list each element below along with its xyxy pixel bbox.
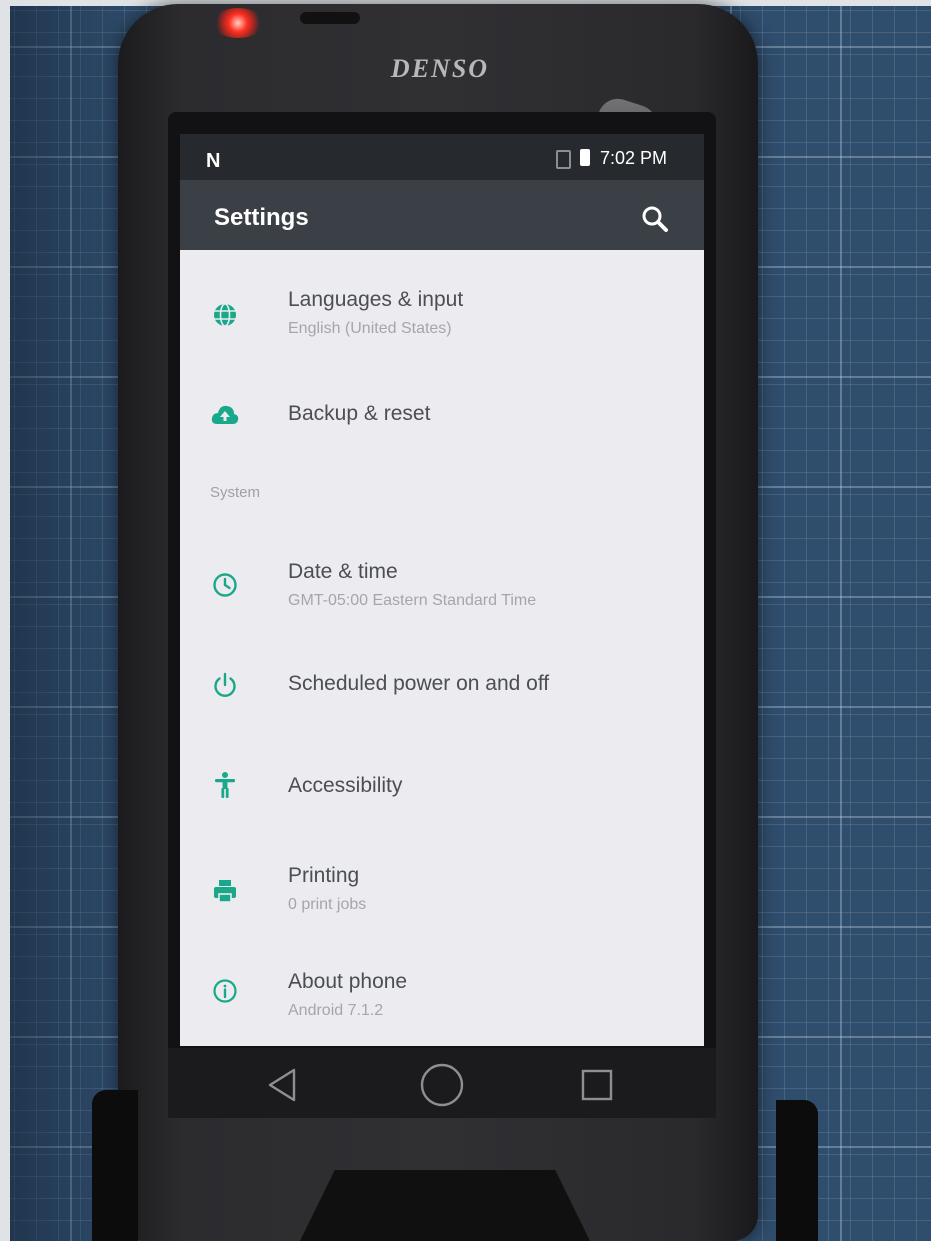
settings-item-subtitle: Android 7.1.2: [288, 1002, 384, 1019]
settings-item-subtitle: GMT-05:00 Eastern Standard Time: [288, 592, 537, 609]
settings-item-subtitle: 0 print jobs: [288, 896, 367, 913]
settings-item-title: Printing: [288, 864, 360, 887]
settings-item-scheduled-power[interactable]: Scheduled power on and off: [180, 642, 704, 730]
app-bar: Settings: [180, 180, 704, 250]
status-bar: N 7:02 PM: [180, 134, 704, 180]
settings-item-title: Backup & reset: [288, 402, 431, 425]
no-sim-icon: [556, 150, 571, 169]
navigation-bar: [168, 1048, 716, 1118]
battery-icon: [580, 149, 590, 166]
earpiece-speaker: [300, 12, 360, 24]
printer-icon: [214, 880, 236, 903]
power-icon: [214, 672, 236, 697]
settings-item-printing[interactable]: Printing 0 print jobs: [180, 846, 704, 938]
recents-icon[interactable]: [572, 1060, 622, 1110]
settings-item-languages[interactable]: Languages & input English (United States…: [180, 272, 704, 362]
search-icon[interactable]: [638, 202, 672, 236]
settings-item-title: About phone: [288, 970, 408, 993]
settings-item-title: Accessibility: [288, 774, 403, 797]
device-cradle: [300, 1170, 590, 1241]
settings-item-accessibility[interactable]: Accessibility: [180, 740, 704, 834]
brand-logo: DENSO: [390, 54, 490, 83]
settings-item-title: Date & time: [288, 560, 398, 583]
accessibility-icon: [215, 772, 235, 798]
device-holder-right: [776, 1100, 818, 1241]
settings-item-title: Scheduled power on and off: [288, 672, 550, 695]
notification-icon: N: [206, 150, 221, 172]
back-icon[interactable]: [258, 1060, 308, 1110]
clock-icon: [213, 573, 237, 597]
section-header-system: System: [210, 484, 261, 501]
settings-item-backup[interactable]: Backup & reset: [180, 372, 704, 456]
settings-item-about-phone[interactable]: About phone Android 7.1.2: [180, 946, 704, 1046]
red-led-indicator: [212, 8, 264, 38]
globe-icon: [214, 303, 236, 327]
cloud-upload-icon: [211, 405, 239, 424]
info-icon: [213, 979, 237, 1003]
settings-item-subtitle: English (United States): [288, 320, 452, 337]
android-screen: N 7:02 PM Settings Languages & input Eng…: [180, 134, 704, 1046]
settings-item-date-time[interactable]: Date & time GMT-05:00 Eastern Standard T…: [180, 542, 704, 632]
device-holder-left: [92, 1090, 138, 1241]
status-time: 7:02 PM: [600, 148, 668, 168]
home-icon[interactable]: [417, 1060, 467, 1110]
settings-item-title: Languages & input: [288, 288, 464, 311]
page-title: Settings: [214, 204, 309, 231]
